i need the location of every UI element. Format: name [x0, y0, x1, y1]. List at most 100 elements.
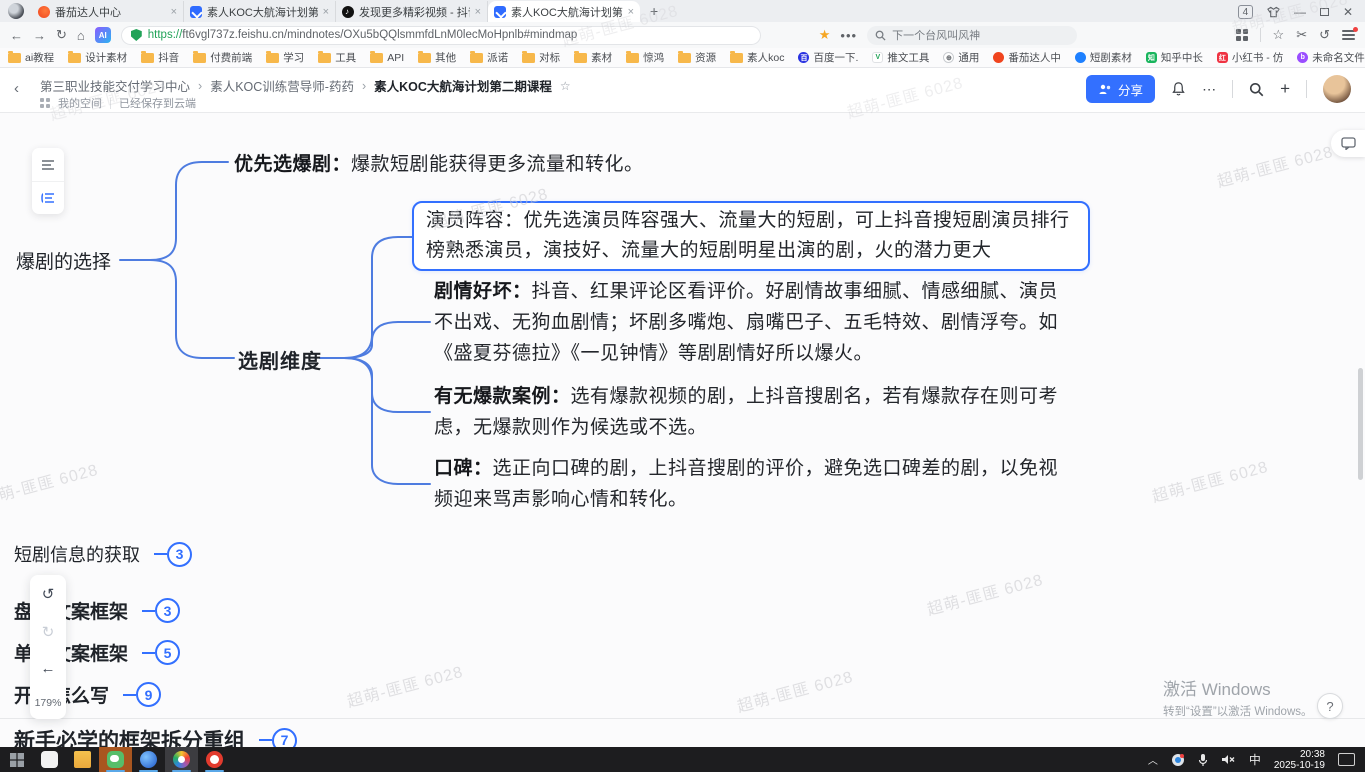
quick-search-box[interactable]: 下一个台风叫风神: [867, 26, 1077, 45]
bookmark-folder[interactable]: 工具: [318, 50, 356, 65]
taskbar-app-wechat[interactable]: [99, 747, 132, 772]
mindmap-node-collapsed[interactable]: 新手必学的框架拆分重组7: [14, 725, 297, 747]
bookmark-link[interactable]: b未命名文件: [1297, 50, 1365, 65]
bookmark-folder[interactable]: 派诺: [470, 50, 508, 65]
security-shield-icon[interactable]: [131, 29, 142, 41]
tab-close-icon[interactable]: ×: [628, 6, 634, 18]
tab-fanqie[interactable]: 番茄达人中心 ×: [32, 1, 184, 22]
microphone-icon[interactable]: [1198, 753, 1208, 767]
bookmark-folder[interactable]: 惊鸿: [626, 50, 664, 65]
user-avatar[interactable]: [1323, 75, 1351, 103]
comment-panel-toggle[interactable]: [1331, 130, 1365, 157]
start-button[interactable]: [0, 747, 33, 772]
workspace-label[interactable]: 我的空间: [58, 95, 102, 111]
redo-icon[interactable]: ↻: [42, 623, 55, 641]
refresh-icon[interactable]: ↻: [56, 27, 67, 43]
tray-clock[interactable]: 20:38 2025-10-19: [1274, 749, 1325, 771]
history-restore-icon[interactable]: ↺: [1319, 27, 1330, 43]
mindmap-node-priority[interactable]: 优先选爆剧：爆款短剧能获得更多流量和转化。: [234, 149, 644, 176]
close-window-button[interactable]: ✕: [1343, 6, 1353, 18]
bookmark-folder[interactable]: 资源: [678, 50, 716, 65]
bookmark-folder[interactable]: ai教程: [8, 50, 54, 65]
browser-profile-avatar[interactable]: [8, 3, 24, 19]
ai-assistant-icon[interactable]: AI: [95, 27, 111, 43]
tab-close-icon[interactable]: ×: [171, 6, 177, 18]
tray-browser-icon[interactable]: [1171, 753, 1185, 767]
tab-feishu-1[interactable]: 素人KOC大航海计划第二期 ×: [184, 1, 336, 22]
bookmark-link[interactable]: 红小红书 - 仿: [1217, 50, 1283, 65]
share-button[interactable]: 分享: [1086, 75, 1155, 103]
undo-icon[interactable]: ↺: [42, 585, 55, 603]
taskbar-app-blue[interactable]: [132, 747, 165, 772]
mindmap-canvas[interactable]: 爆剧的选择 优先选爆剧：爆款短剧能获得更多流量和转化。 选剧维度 演员阵容：优先…: [0, 113, 1365, 747]
bookmark-folder[interactable]: 素人koc: [730, 50, 784, 65]
outline-view-button[interactable]: [32, 148, 64, 181]
back-icon[interactable]: ←: [10, 28, 23, 43]
ime-indicator[interactable]: 中: [1249, 751, 1261, 768]
taskbar-app-browser[interactable]: [165, 747, 198, 772]
collapsed-count-badge[interactable]: 5: [155, 640, 180, 665]
new-tab-button[interactable]: +: [650, 3, 658, 19]
bookmark-link[interactable]: 知知乎中长: [1146, 50, 1203, 65]
forward-icon[interactable]: →: [33, 28, 46, 43]
bookmark-folder[interactable]: 对标: [522, 50, 560, 65]
collapsed-count-badge[interactable]: 9: [136, 682, 161, 707]
mindmap-node-collapsed[interactable]: 短剧信息的获取3: [14, 541, 192, 567]
favorite-star-icon[interactable]: ☆: [560, 79, 571, 93]
mindmap-view-button[interactable]: [32, 181, 64, 214]
bookmark-star-icon[interactable]: ★: [819, 27, 831, 43]
tab-feishu-active[interactable]: 素人KOC大航海计划第二期 ×: [488, 1, 640, 22]
address-more-icon[interactable]: •••: [840, 28, 857, 43]
bell-icon[interactable]: [1171, 81, 1186, 97]
scissors-screenshot-icon[interactable]: ✂: [1296, 27, 1307, 43]
bookmark-link[interactable]: 番茄达人中: [993, 50, 1061, 65]
taskbar-app-clock[interactable]: [33, 747, 66, 772]
bookmark-folder[interactable]: 抖音: [141, 50, 179, 65]
collapsed-count-badge[interactable]: 7: [272, 728, 297, 748]
back-arrow-icon[interactable]: ←: [41, 660, 56, 677]
breadcrumb-item[interactable]: 第三职业技能交付学习中心: [40, 76, 190, 95]
bookmark-folder[interactable]: 学习: [266, 50, 304, 65]
taskbar-app-red[interactable]: [198, 747, 231, 772]
tab-count-badge[interactable]: 4: [1238, 5, 1253, 19]
more-options-icon[interactable]: ⋯: [1202, 81, 1216, 98]
help-button[interactable]: ?: [1317, 693, 1343, 719]
minimize-button[interactable]: —: [1294, 6, 1306, 18]
theme-skin-icon[interactable]: [1267, 6, 1280, 18]
apps-grid-icon[interactable]: [1236, 29, 1248, 41]
search-icon[interactable]: [1249, 82, 1264, 97]
mindmap-root-node[interactable]: 爆剧的选择: [16, 247, 111, 274]
bookmark-folder[interactable]: 素材: [574, 50, 612, 65]
collect-favorite-icon[interactable]: ☆: [1273, 27, 1285, 43]
home-icon[interactable]: ⌂: [77, 28, 85, 43]
mindmap-node-case[interactable]: 有无爆款案例：选有爆款视频的剧，上抖音搜剧名，若有爆款存在则可考虑，无爆款则作为…: [434, 381, 1074, 443]
bookmark-link[interactable]: ⊕通用: [943, 50, 979, 65]
breadcrumb-item[interactable]: 素人KOC训练营导师-药药: [210, 76, 354, 95]
speaker-muted-icon[interactable]: [1221, 753, 1236, 766]
mindmap-node-reputation[interactable]: 口碑：选正向口碑的剧，上抖音搜剧的评价，避免选口碑差的剧，以免视频迎来骂声影响心…: [434, 453, 1074, 515]
hidden-icons-caret[interactable]: ︿: [1148, 752, 1158, 767]
bookmark-link[interactable]: V推文工具: [872, 50, 929, 65]
taskbar-app-explorer[interactable]: [66, 747, 99, 772]
bookmark-folder[interactable]: 付费前端: [193, 50, 252, 65]
collapsed-count-badge[interactable]: 3: [167, 542, 192, 567]
vertical-scrollbar[interactable]: [1358, 368, 1363, 480]
bookmark-folder[interactable]: 设计素材: [68, 50, 127, 65]
add-icon[interactable]: +: [1280, 79, 1290, 99]
maximize-button[interactable]: [1320, 8, 1329, 16]
notification-center-icon[interactable]: [1338, 753, 1355, 766]
bookmark-folder[interactable]: 其他: [418, 50, 456, 65]
mindmap-node-plot[interactable]: 剧情好坏：抖音、红果评论区看评价。好剧情故事细腻、情感细腻、演员不出戏、无狗血剧…: [434, 276, 1074, 369]
tab-close-icon[interactable]: ×: [475, 6, 481, 18]
mindmap-node-actor-selected[interactable]: 演员阵容：优先选演员阵容强大、流量大的短剧，可上抖音搜短剧演员排行榜熟悉演员，演…: [412, 201, 1090, 271]
zoom-level[interactable]: 179%: [35, 697, 62, 709]
collapsed-count-badge[interactable]: 3: [155, 598, 180, 623]
bookmark-link[interactable]: 百百度一下.: [798, 50, 858, 65]
tab-close-icon[interactable]: ×: [323, 6, 329, 18]
bookmark-link[interactable]: 短剧素材: [1075, 50, 1132, 65]
tab-douyin[interactable]: 发现更多精彩视频 - 抖音搜索 ×: [336, 1, 488, 22]
address-bar[interactable]: https://ft6vgl737z.feishu.cn/mindnotes/O…: [121, 26, 761, 45]
back-chevron-icon[interactable]: ‹: [14, 80, 19, 97]
mindmap-node-dimension[interactable]: 选剧维度: [238, 345, 322, 374]
browser-menu-icon[interactable]: [1342, 30, 1355, 40]
